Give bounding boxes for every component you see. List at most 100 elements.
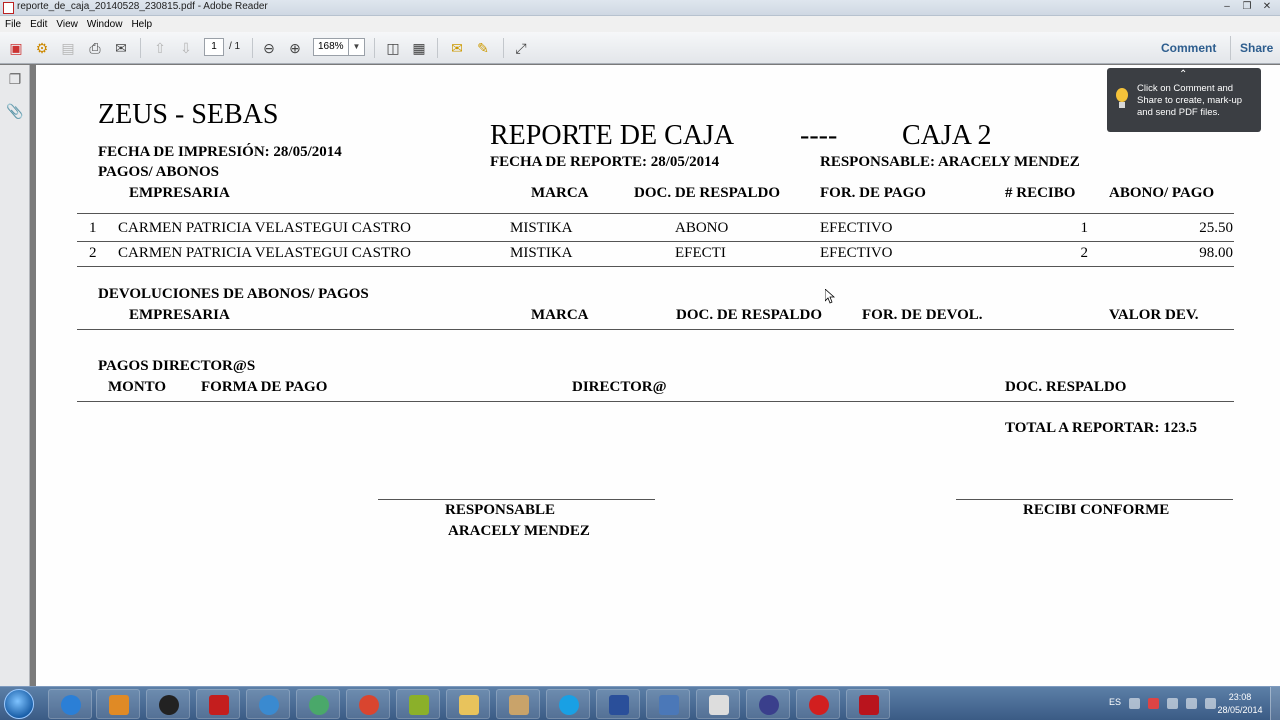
col-abono-pago: ABONO/ PAGO — [1109, 185, 1215, 201]
fit-page-icon[interactable]: ◫ — [383, 38, 403, 58]
chevron-down-icon[interactable]: ▼ — [349, 38, 365, 56]
table-rule — [77, 329, 1234, 330]
section-pagos-title: PAGOS/ ABONOS — [98, 164, 219, 180]
share-button[interactable]: Share — [1240, 41, 1273, 55]
print-icon[interactable]: ⎙ — [85, 38, 105, 58]
col-empresaria: EMPRESARIA — [129, 185, 230, 201]
page-number-input[interactable]: 1 — [204, 38, 224, 56]
total-amount: TOTAL A REPORTAR: 123.5 — [1005, 420, 1198, 436]
col-recibo: # RECIBO — [1005, 185, 1076, 201]
restore-icon[interactable]: ❐ — [1240, 1, 1254, 13]
attachments-icon[interactable]: 📎 — [6, 103, 24, 121]
next-page-icon[interactable]: ⇩ — [176, 38, 196, 58]
mouse-cursor-icon — [825, 289, 835, 304]
highlight-icon[interactable]: ✎ — [473, 38, 493, 58]
taskbar-skype[interactable] — [546, 689, 590, 719]
menu-window[interactable]: Window — [87, 19, 123, 30]
taskbar-zeus[interactable] — [796, 689, 840, 719]
taskbar-adobe[interactable] — [196, 689, 240, 719]
col-doc-respaldo: DOC. RESPALDO — [1005, 379, 1127, 395]
taskbar-sri[interactable] — [596, 689, 640, 719]
signature-line — [378, 499, 655, 500]
menu-help[interactable]: Help — [131, 19, 152, 30]
cell-recibo: 2 — [1080, 245, 1089, 261]
sticky-note-icon[interactable]: ✉ — [447, 38, 467, 58]
taskbar-network[interactable] — [296, 689, 340, 719]
taskbar-explorer[interactable] — [446, 689, 490, 719]
tray-network-icon[interactable] — [1186, 698, 1197, 709]
taskbar-fireworks[interactable] — [396, 689, 440, 719]
comment-button[interactable]: Comment — [1161, 41, 1216, 55]
col-doc-respaldo: DOC. DE RESPALDO — [676, 307, 822, 323]
create-pdf-icon[interactable]: ▣ — [6, 38, 26, 58]
toolbar-divider — [1230, 36, 1231, 60]
cell-monto: 25.50 — [1199, 220, 1233, 236]
zoom-out-icon[interactable]: ⊖ — [259, 38, 279, 58]
tray-flag-icon[interactable] — [1148, 698, 1159, 709]
taskbar-ie[interactable] — [48, 689, 92, 719]
row-number: 2 — [89, 245, 97, 261]
taskbar-archive[interactable] — [696, 689, 740, 719]
row-number: 1 — [89, 220, 97, 236]
print-date: FECHA DE IMPRESIÓN: 28/05/2014 — [98, 144, 342, 160]
zoom-in-icon[interactable]: ⊕ — [285, 38, 305, 58]
menu-file[interactable]: File — [5, 19, 21, 30]
table-rule — [77, 266, 1234, 267]
taskbar-reader[interactable] — [846, 689, 890, 719]
taskbar-link[interactable] — [746, 689, 790, 719]
minimize-icon[interactable]: – — [1220, 1, 1234, 13]
page-total: / 1 — [229, 41, 241, 52]
menu-edit[interactable]: Edit — [30, 19, 47, 30]
tray-arrow-icon[interactable] — [1129, 698, 1140, 709]
col-valor-dev: VALOR DEV. — [1109, 307, 1199, 323]
menu-bar: File Edit View Window Help — [0, 16, 1280, 32]
lightbulb-icon — [1115, 88, 1129, 110]
open-icon[interactable]: ⚙ — [32, 38, 52, 58]
menu-view[interactable]: View — [56, 19, 78, 30]
taskbar-media[interactable] — [96, 689, 140, 719]
title-bar: reporte_de_caja_20140528_230815.pdf - Ad… — [0, 0, 1280, 16]
full-screen-icon[interactable]: ⤢ — [511, 38, 531, 58]
section-directores-title: PAGOS DIRECTOR@S — [98, 358, 256, 374]
cell-forma: EFECTIVO — [820, 220, 893, 236]
save-icon[interactable]: ▤ — [58, 38, 78, 58]
clock-date[interactable]: 28/05/2014 — [1212, 705, 1268, 715]
taskbar-player[interactable] — [146, 689, 190, 719]
comment-share-tooltip: ⌃ Click on Comment and Share to create, … — [1107, 68, 1261, 132]
previous-page-icon[interactable]: ⇧ — [150, 38, 170, 58]
table-rule — [77, 241, 1234, 242]
close-icon[interactable]: ✕ — [1260, 1, 1274, 13]
col-marca: MARCA — [531, 185, 589, 201]
taskbar-globe[interactable] — [246, 689, 290, 719]
fit-width-icon[interactable]: ▦ — [409, 38, 429, 58]
zoom-input[interactable]: 168% — [313, 38, 349, 56]
toolbar-divider — [503, 38, 504, 58]
toolbar-divider — [437, 38, 438, 58]
tray-security-icon[interactable] — [1167, 698, 1178, 709]
pdf-page: ZEUS - SEBAS REPORTE DE CAJA ---- CAJA 2… — [36, 65, 1280, 686]
taskbar-chrome[interactable] — [346, 689, 390, 719]
cell-doc: EFECTI — [675, 245, 726, 261]
chevron-up-icon[interactable]: ⌃ — [1179, 69, 1187, 81]
language-indicator[interactable]: ES — [1109, 697, 1121, 707]
email-icon[interactable]: ✉ — [111, 38, 131, 58]
taskbar-tools[interactable] — [496, 689, 540, 719]
taskbar: ES — [0, 686, 1280, 720]
col-forma-pago: FOR. DE PAGO — [820, 185, 926, 201]
show-desktop-button[interactable] — [1270, 687, 1280, 720]
report-date: FECHA DE REPORTE: 28/05/2014 — [490, 154, 720, 170]
signature-responsable-name: ARACELY MENDEZ — [448, 523, 590, 539]
title-separator: ---- — [800, 120, 838, 151]
taskbar-computer[interactable] — [646, 689, 690, 719]
caja-label: CAJA 2 — [902, 120, 992, 151]
cell-marca: MISTIKA — [510, 220, 573, 236]
pages-icon[interactable]: ❐ — [6, 71, 24, 89]
toolbar-divider — [374, 38, 375, 58]
start-button[interactable] — [4, 689, 34, 719]
toolbar: ▣ ⚙ ▤ ⎙ ✉ ⇧ ⇩ 1 / 1 ⊖ ⊕ 168% ▼ ◫ ▦ ✉ ✎ ⤢… — [0, 32, 1280, 64]
signature-responsable-label: RESPONSABLE — [445, 502, 556, 518]
clock-time[interactable]: 23:08 — [1217, 692, 1263, 702]
company-name: ZEUS - SEBAS — [98, 99, 279, 130]
toolbar-divider — [252, 38, 253, 58]
responsable-header: RESPONSABLE: ARACELY MENDEZ — [820, 154, 1080, 170]
